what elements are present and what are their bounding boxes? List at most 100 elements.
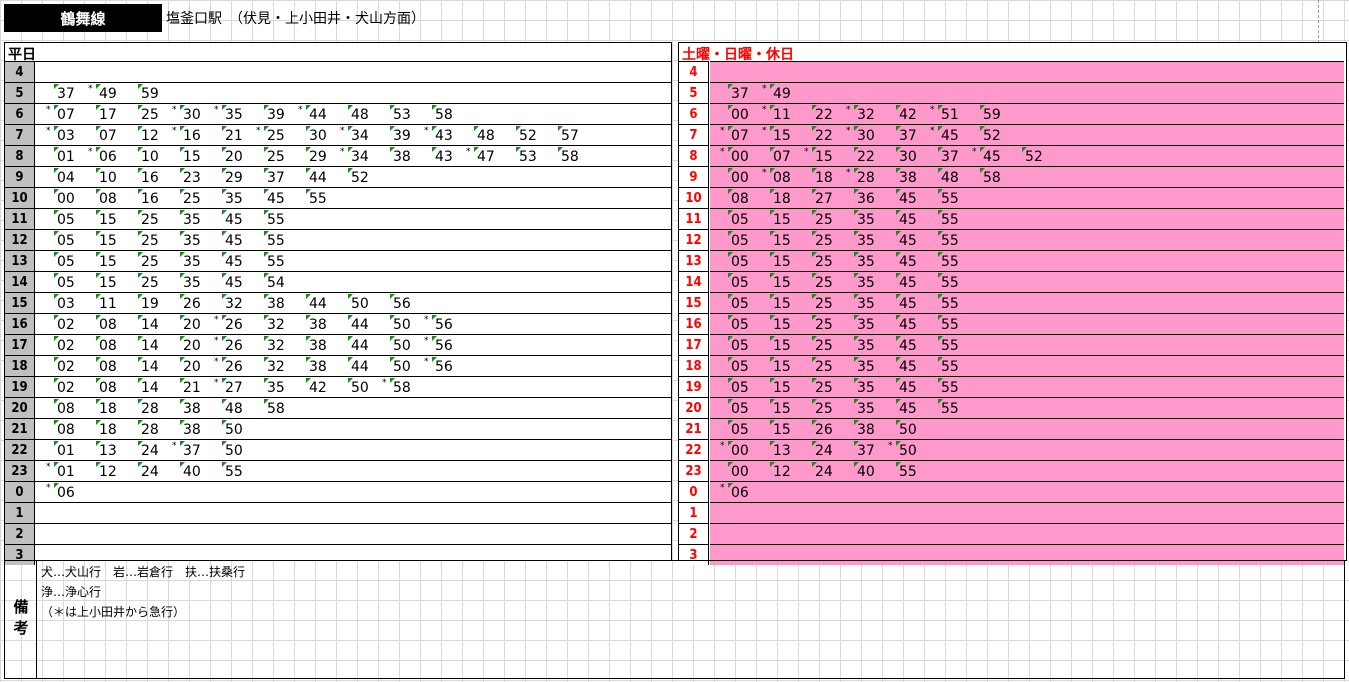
weekday-express-mark: * (466, 147, 471, 157)
weekday-departure-minute: 25 (183, 191, 201, 207)
holiday-departure-minute: 07 (773, 149, 791, 165)
holiday-departure-minute: 25 (815, 359, 833, 375)
weekday-departure-minute: 14 (141, 317, 159, 333)
line-name-label: 鶴舞線 (4, 4, 162, 32)
holiday-departure-minute: 35 (857, 296, 875, 312)
weekday-departure-minute: 45 (225, 233, 243, 249)
weekday-row (5, 523, 671, 544)
weekday-row (5, 502, 671, 523)
weekday-departure-minute: 11 (99, 296, 117, 312)
holiday-row (710, 229, 1344, 250)
weekday-departure-minute: 42 (309, 380, 327, 396)
holiday-row (710, 208, 1344, 229)
holiday-express-mark: * (846, 168, 851, 178)
weekday-departure-minute: 44 (309, 296, 327, 312)
weekday-departure-minute: 18 (99, 401, 117, 417)
holiday-departure-minute: 25 (815, 233, 833, 249)
holiday-departure-minute: 45 (899, 275, 917, 291)
weekday-departure-minute: 58 (267, 401, 285, 417)
weekday-departure-minute: 08 (57, 401, 75, 417)
weekday-departure-minute: 24 (141, 443, 159, 459)
weekday-departure-minute: 21 (225, 128, 243, 144)
holiday-departure-minute: 32 (857, 107, 875, 123)
holiday-departure-minute: 18 (815, 170, 833, 186)
holiday-row (710, 523, 1344, 544)
holiday-hour-cell: 17 (679, 334, 709, 355)
holiday-row (710, 460, 1344, 481)
weekday-departure-minute: 44 (351, 359, 369, 375)
weekday-departure-minute: 08 (57, 422, 75, 438)
notes-label: 備考 (5, 561, 37, 678)
weekday-departure-minute: 45 (267, 191, 285, 207)
holiday-hour-cell: 16 (679, 313, 709, 334)
holiday-departure-minute: 05 (731, 338, 749, 354)
weekday-departure-minute: 43 (435, 128, 453, 144)
holiday-row (710, 271, 1344, 292)
weekday-hour-cell: 6 (5, 103, 35, 124)
holiday-row (710, 439, 1344, 460)
holiday-departure-minute: 00 (731, 107, 749, 123)
holiday-departure-minute: 13 (773, 443, 791, 459)
station-direction-label: 塩釜口駅 （伏見・上小田井・犬山方面） (166, 11, 425, 27)
weekday-express-mark: * (340, 147, 345, 157)
weekday-hour-cell: 16 (5, 313, 35, 334)
holiday-departure-minute: 12 (773, 464, 791, 480)
weekday-departure-minute: 08 (99, 317, 117, 333)
holiday-departure-minute: 55 (941, 233, 959, 249)
weekday-departure-minute: 45 (225, 254, 243, 270)
holiday-departure-minute: 22 (815, 107, 833, 123)
weekday-departure-minute: 58 (435, 107, 453, 123)
holiday-departure-minute: 45 (899, 380, 917, 396)
holiday-row (710, 124, 1344, 145)
holiday-hour-cell: 9 (679, 166, 709, 187)
holiday-departure-minute: 18 (773, 191, 791, 207)
weekday-express-mark: * (424, 126, 429, 136)
weekday-departure-minute: 25 (141, 212, 159, 228)
weekday-departure-minute: 20 (183, 317, 201, 333)
weekday-departure-minute: 38 (393, 149, 411, 165)
holiday-departure-minute: 51 (941, 107, 959, 123)
weekday-departure-minute: 47 (477, 149, 495, 165)
weekday-express-mark: * (46, 126, 51, 136)
weekday-row (5, 61, 671, 82)
weekday-departure-minute: 37 (57, 86, 75, 102)
holiday-departure-minute: 28 (857, 170, 875, 186)
holiday-row (710, 250, 1344, 271)
weekday-departure-minute: 50 (351, 380, 369, 396)
weekday-departure-minute: 16 (141, 191, 159, 207)
weekday-express-mark: * (88, 84, 93, 94)
weekday-departure-minute: 25 (141, 275, 159, 291)
holiday-departure-minute: 59 (983, 107, 1001, 123)
weekday-departure-minute: 32 (267, 317, 285, 333)
holiday-departure-minute: 15 (773, 275, 791, 291)
weekday-departure-minute: 12 (141, 128, 159, 144)
weekday-departure-minute: 45 (225, 275, 243, 291)
weekday-departure-minute: 02 (57, 338, 75, 354)
weekday-departure-minute: 14 (141, 359, 159, 375)
weekday-departure-minute: 56 (435, 317, 453, 333)
weekday-hour-cell: 21 (5, 418, 35, 439)
holiday-departure-minute: 24 (815, 443, 833, 459)
holiday-hour-cell: 15 (679, 292, 709, 313)
weekday-express-mark: * (46, 462, 51, 472)
weekday-departure-minute: 05 (57, 254, 75, 270)
holiday-departure-minute: 50 (899, 422, 917, 438)
holiday-departure-minute: 35 (857, 233, 875, 249)
holiday-departure-minute: 35 (857, 401, 875, 417)
weekday-departure-minute: 30 (183, 107, 201, 123)
weekday-departure-minute: 08 (99, 191, 117, 207)
weekday-departure-minute: 59 (141, 86, 159, 102)
holiday-departure-minute: 35 (857, 275, 875, 291)
holiday-departure-minute: 05 (731, 254, 749, 270)
holiday-departure-minute: 00 (731, 464, 749, 480)
note-line-2: 浄…浄心行 (41, 585, 102, 599)
holiday-departure-minute: 25 (815, 275, 833, 291)
weekday-hour-cell: 17 (5, 334, 35, 355)
weekday-departure-minute: 55 (225, 464, 243, 480)
holiday-departure-minute: 05 (731, 380, 749, 396)
holiday-row (710, 502, 1344, 523)
holiday-departure-minute: 30 (857, 128, 875, 144)
holiday-departure-minute: 40 (857, 464, 875, 480)
weekday-departure-minute: 06 (99, 149, 117, 165)
holiday-departure-minute: 15 (773, 422, 791, 438)
